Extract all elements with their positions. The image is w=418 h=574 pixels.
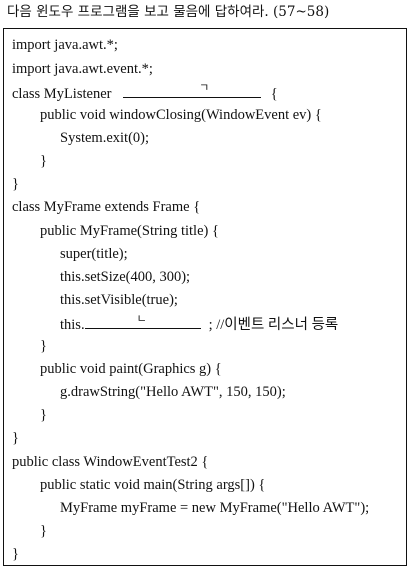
code-line-close-brace: }	[12, 546, 19, 562]
blank-label-b: ㄴ	[136, 312, 147, 325]
code-line-class-mylistener: class MyListener ㄱ {	[12, 81, 278, 103]
code-line-close-brace: }	[40, 523, 47, 539]
code-line-system-exit: System.exit(0);	[60, 130, 150, 146]
code-text: ; //이벤트 리스너 등록	[208, 317, 339, 333]
code-line-import-awt: import java.awt.*;	[12, 37, 118, 53]
question-text: 다음 윈도우 프로그램을 보고 물음에 답하여라. (57~58)	[7, 4, 330, 20]
code-line-super: super(title);	[60, 246, 128, 262]
code-line-set-size: this.setSize(400, 300);	[60, 269, 191, 285]
code-text: {	[270, 86, 278, 102]
code-box: import java.awt.*; import java.awt.event…	[3, 28, 407, 566]
code-line-main: public static void main(String args[]) {	[40, 477, 266, 493]
code-line-window-closing: public void windowClosing(WindowEvent ev…	[40, 107, 322, 123]
code-line-close-brace: }	[40, 407, 47, 423]
code-line-new-frame: MyFrame myFrame = new MyFrame("Hello AWT…	[60, 500, 370, 516]
code-line-constructor: public MyFrame(String title) {	[40, 223, 219, 239]
answer-blank-b: ㄴ	[84, 312, 201, 329]
code-text: class MyListener	[12, 86, 112, 102]
code-line-close-brace: }	[40, 338, 47, 354]
code-line-draw-string: g.drawString("Hello AWT", 150, 150);	[60, 384, 286, 400]
code-text: this.	[60, 317, 85, 333]
code-line-set-visible: this.setVisible(true);	[60, 292, 178, 308]
answer-blank-a: ㄱ	[123, 81, 262, 98]
code-line-close-brace: }	[12, 176, 19, 192]
code-line-import-event: import java.awt.event.*;	[12, 61, 153, 77]
code-line-class-myframe: class MyFrame extends Frame {	[12, 199, 201, 215]
blank-label-a: ㄱ	[199, 81, 210, 94]
code-line-add-listener: this. ㄴ ; //이벤트 리스너 등록	[60, 312, 339, 334]
code-line-class-test: public class WindowEventTest2 {	[12, 454, 209, 470]
code-line-close-brace: }	[40, 153, 47, 169]
code-line-paint: public void paint(Graphics g) {	[40, 361, 222, 377]
code-line-close-brace: }	[12, 430, 19, 446]
